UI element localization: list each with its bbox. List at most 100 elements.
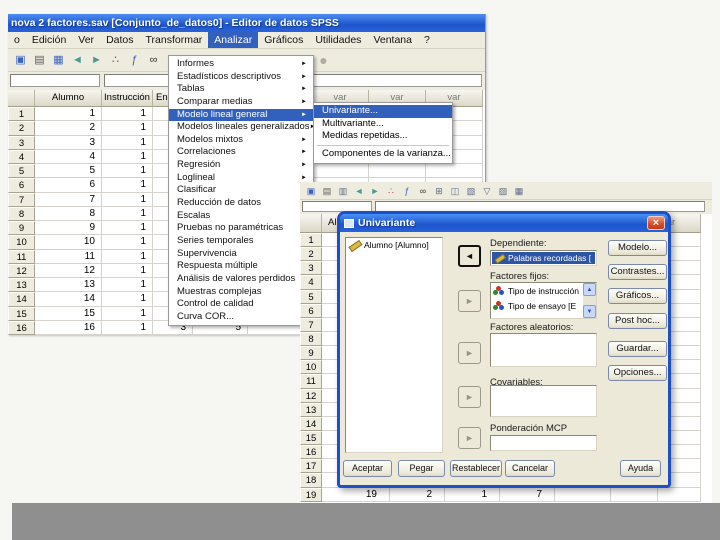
row-number[interactable]: 2 <box>8 121 35 136</box>
row-number[interactable]: 4 <box>300 275 322 290</box>
cell[interactable]: 1 <box>102 320 153 335</box>
cell[interactable]: 1 <box>102 178 153 193</box>
variables-icon[interactable]: ƒ <box>125 52 144 69</box>
save-icon[interactable]: ▣ <box>11 52 30 69</box>
row-number[interactable]: 14 <box>8 292 35 307</box>
menubar-item[interactable]: Gráficos <box>258 32 309 48</box>
cell[interactable]: 1 <box>102 221 153 236</box>
submenu-item[interactable]: Univariante... <box>314 105 452 118</box>
cell[interactable] <box>658 487 701 502</box>
row-number[interactable]: 5 <box>8 164 35 179</box>
row-number[interactable]: 13 <box>300 402 322 417</box>
menu-item[interactable]: Modelos mixtos ► <box>169 134 313 147</box>
cell[interactable]: 1 <box>102 206 153 221</box>
menubar-item[interactable]: o <box>8 32 26 48</box>
cell[interactable]: 1 <box>102 121 153 136</box>
cell[interactable]: 1 <box>102 192 153 207</box>
split-file-icon[interactable]: ▧ <box>463 184 479 198</box>
row-number[interactable]: 10 <box>300 360 322 375</box>
row-number[interactable]: 6 <box>8 178 35 193</box>
cell[interactable]: 1 <box>102 263 153 278</box>
weight-cases-icon[interactable]: ▽ <box>479 184 495 198</box>
row-number[interactable]: 13 <box>8 278 35 293</box>
undo-icon[interactable]: ◄ <box>68 52 87 69</box>
menu-item[interactable]: Análisis de valores perdidos <box>169 273 313 286</box>
cell[interactable]: 19 <box>322 487 390 502</box>
move-covariate-button[interactable]: ► <box>458 386 481 408</box>
menu-item[interactable]: Clasificar ► <box>169 184 313 197</box>
menu-item[interactable]: Modelo lineal general ► <box>169 108 313 122</box>
list-item[interactable]: Tipo de instrucción <box>491 283 583 298</box>
cell[interactable]: 4 <box>35 149 102 164</box>
menu-item[interactable]: Estadísticos descriptivos ► <box>169 71 313 84</box>
print-icon[interactable]: ▤ <box>30 52 49 69</box>
cell[interactable]: 14 <box>35 292 102 307</box>
menu-item[interactable]: Control de calidad ► <box>169 298 313 311</box>
row-number[interactable]: 3 <box>300 261 322 276</box>
scrollbar[interactable]: ▲ ▼ <box>583 283 596 318</box>
row-number[interactable]: 10 <box>8 235 35 250</box>
row-number[interactable]: 18 <box>300 473 322 488</box>
move-dependent-button[interactable]: ◄ <box>458 245 481 267</box>
row-number[interactable]: 15 <box>300 430 322 446</box>
corner-header[interactable] <box>300 214 322 233</box>
row-number[interactable]: 15 <box>8 306 35 321</box>
row-number[interactable]: 5 <box>300 289 322 304</box>
cell[interactable]: 1 <box>445 487 500 502</box>
menu-item[interactable]: Correlaciones ► <box>169 146 313 159</box>
cell[interactable]: 7 <box>500 487 555 502</box>
opciones-button[interactable]: Opciones... <box>608 365 667 381</box>
random-factors-list[interactable] <box>490 333 597 367</box>
move-wls-button[interactable]: ► <box>458 427 481 449</box>
cell-ref-field[interactable] <box>10 74 100 87</box>
cell[interactable]: 11 <box>35 249 102 264</box>
menubar-item[interactable]: Ver <box>72 32 100 48</box>
cell[interactable]: 6 <box>35 178 102 193</box>
aceptar-button[interactable]: Aceptar <box>343 460 392 477</box>
menubar-item[interactable]: Utilidades <box>309 32 367 48</box>
menu-item[interactable]: Comparar medias ► <box>169 96 313 109</box>
cell[interactable]: 2 <box>35 121 102 136</box>
source-variable-list[interactable]: Alumno [Alumno] <box>345 237 443 453</box>
post-hoc-button[interactable]: Post hoc... <box>608 313 667 329</box>
cell[interactable]: 13 <box>35 278 102 293</box>
goto-chart-icon[interactable]: ∴ <box>383 184 399 198</box>
row-number[interactable]: 3 <box>8 135 35 150</box>
menu-item[interactable]: Series temporales ► <box>169 235 313 248</box>
cell[interactable]: 1 <box>102 306 153 321</box>
row-number[interactable]: 9 <box>8 221 35 236</box>
submenu-item[interactable]: Componentes de la varianza... <box>314 148 452 161</box>
menu-item[interactable]: Modelos lineales generalizados ► <box>169 121 313 134</box>
submenu-item[interactable]: Medidas repetidas... <box>314 130 452 143</box>
cell[interactable]: 1 <box>102 107 153 122</box>
scroll-up-icon[interactable]: ▲ <box>583 283 596 296</box>
row-number[interactable]: 12 <box>300 388 322 403</box>
row-number[interactable]: 16 <box>8 320 35 335</box>
row-number[interactable]: 16 <box>300 445 322 460</box>
modelo-button[interactable]: Modelo... <box>608 240 667 256</box>
row-number[interactable]: 8 <box>300 331 322 347</box>
menubar-item[interactable]: Transformar <box>140 32 209 48</box>
edit-data-icon[interactable]: ▦ <box>49 52 68 69</box>
ayuda-button[interactable]: Ayuda <box>620 460 661 477</box>
wls-weight-field[interactable] <box>490 435 597 451</box>
cell[interactable] <box>369 164 426 179</box>
menubar-item[interactable]: Ventana <box>367 32 418 48</box>
cell[interactable]: 10 <box>35 235 102 250</box>
cell[interactable] <box>426 164 483 179</box>
cell[interactable]: 7 <box>35 192 102 207</box>
move-fixed-factor-button[interactable]: ► <box>458 290 481 312</box>
cell[interactable]: 1 <box>102 149 153 164</box>
fixed-factors-list[interactable]: Tipo de instrucción Tipo de ensayo [E ▲ … <box>490 282 597 319</box>
row-number[interactable]: 11 <box>300 374 322 389</box>
menubar-item[interactable]: Analizar <box>208 32 259 48</box>
menu-item[interactable]: Pruebas no paramétricas ► <box>169 222 313 235</box>
menu-item[interactable]: Loglineal ► <box>169 172 313 185</box>
row-number[interactable]: 6 <box>300 303 322 318</box>
chart-disabled-icon[interactable]: ● <box>314 52 333 69</box>
cell[interactable]: 1 <box>35 107 102 122</box>
cell[interactable]: 12 <box>35 263 102 278</box>
cell[interactable]: 5 <box>35 164 102 179</box>
row-number[interactable]: 17 <box>300 459 322 474</box>
menu-item[interactable]: Escalas ► <box>169 210 313 223</box>
